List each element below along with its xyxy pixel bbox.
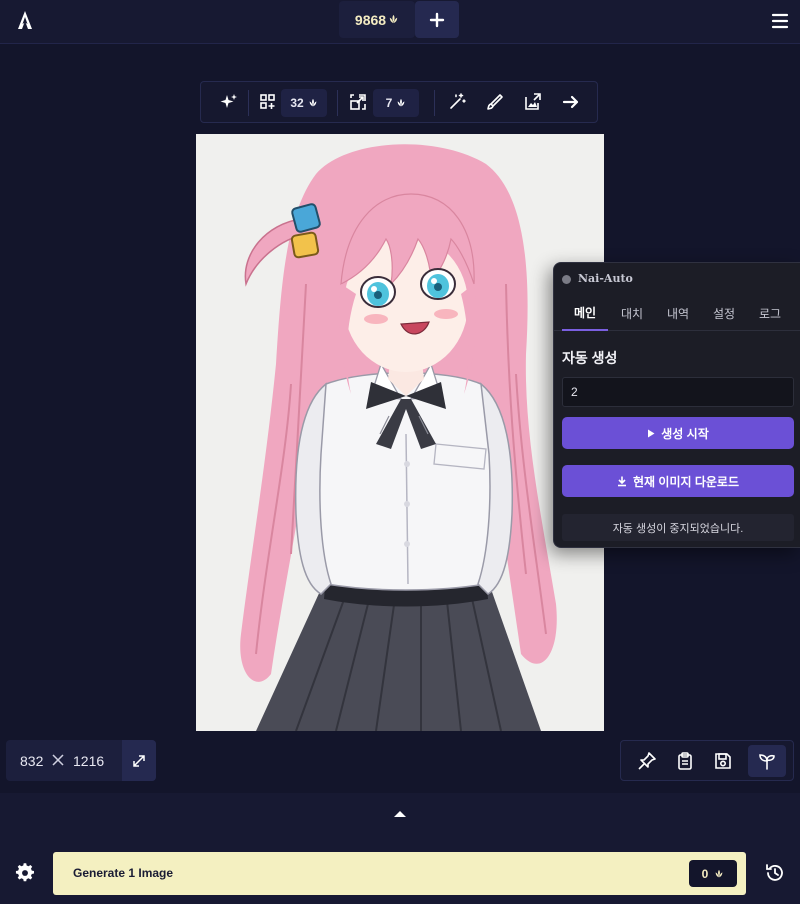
start-generate-button[interactable]: 생성 시작: [562, 417, 794, 449]
image-toolbar: 32 7: [200, 81, 598, 123]
expand-icon[interactable]: [122, 740, 156, 781]
start-generate-label: 생성 시작: [661, 426, 709, 441]
anlas-icon: [308, 98, 318, 108]
variations-cost: 32: [281, 89, 327, 117]
play-icon: [648, 429, 655, 437]
anlas-icon: [714, 869, 724, 879]
top-bar: 9868: [0, 0, 800, 44]
tab-main[interactable]: 메인: [562, 295, 608, 331]
save-icon[interactable]: [713, 751, 733, 771]
anlas-icon: [396, 98, 406, 108]
clipboard-icon[interactable]: [675, 751, 695, 771]
generate-cost: 0: [689, 860, 737, 887]
generated-image[interactable]: [196, 134, 604, 731]
anlas-balance[interactable]: 9868: [339, 1, 415, 38]
image-actions: [620, 740, 794, 781]
panel-title: Nai-Auto: [578, 272, 633, 285]
download-image-label: 현재 이미지 다운로드: [632, 474, 740, 489]
variations-cost-value: 32: [290, 96, 304, 110]
add-anlas-button[interactable]: [415, 1, 459, 38]
times-icon: [51, 753, 65, 767]
tab-log[interactable]: 로그: [747, 295, 793, 331]
generate-label: Generate 1 Image: [73, 866, 174, 880]
variations-icon[interactable]: [258, 92, 278, 112]
nai-auto-panel: Nai-Auto 메인 대치 내역 설정 로그 자동 생성 생성 시작 현재 이…: [553, 262, 800, 548]
magic-wand-icon[interactable]: [447, 92, 467, 112]
auto-generate-heading: 자동 생성: [562, 350, 618, 366]
anlas-icon: [388, 14, 399, 25]
history-icon[interactable]: [764, 862, 786, 884]
tab-settings[interactable]: 설정: [701, 295, 747, 331]
arrow-right-icon[interactable]: [561, 92, 581, 112]
tab-replace[interactable]: 대치: [609, 295, 655, 331]
upscale-cost-value: 7: [385, 96, 393, 110]
plus-icon: [429, 12, 445, 27]
image-dimensions[interactable]: 832 1216: [6, 740, 156, 781]
brush-icon[interactable]: [485, 92, 505, 112]
novelai-logo-icon[interactable]: [13, 9, 37, 33]
toolbar-divider: [434, 90, 435, 116]
pin-icon[interactable]: [637, 751, 657, 771]
tab-history[interactable]: 내역: [655, 295, 701, 331]
chevron-up-icon[interactable]: [392, 808, 408, 818]
generate-button[interactable]: Generate 1 Image 0: [53, 852, 746, 895]
generate-cost-value: 0: [701, 866, 709, 881]
gear-icon[interactable]: [14, 862, 36, 884]
generate-count-input[interactable]: [562, 377, 794, 407]
upscale-cost: 7: [373, 89, 419, 117]
edit-image-icon[interactable]: [523, 92, 543, 112]
panel-tabs: 메인 대치 내역 설정 로그: [554, 295, 800, 331]
height-value[interactable]: 1216: [73, 753, 104, 769]
status-message: 자동 생성이 중지되었습니다.: [562, 514, 794, 541]
panel-status-dot: [562, 275, 571, 284]
panel-header[interactable]: Nai-Auto: [554, 263, 800, 295]
download-icon: [617, 476, 626, 486]
sparkle-icon[interactable]: [219, 92, 239, 112]
upscale-icon[interactable]: [348, 92, 368, 112]
seed-icon[interactable]: [757, 751, 777, 771]
hamburger-menu-icon[interactable]: [768, 9, 792, 33]
anlas-amount: 9868: [354, 11, 387, 28]
width-value[interactable]: 832: [20, 753, 43, 769]
anime-girl-illustration: [240, 144, 557, 731]
toolbar-divider: [248, 90, 249, 116]
download-image-button[interactable]: 현재 이미지 다운로드: [562, 465, 794, 497]
toolbar-divider: [337, 90, 338, 116]
